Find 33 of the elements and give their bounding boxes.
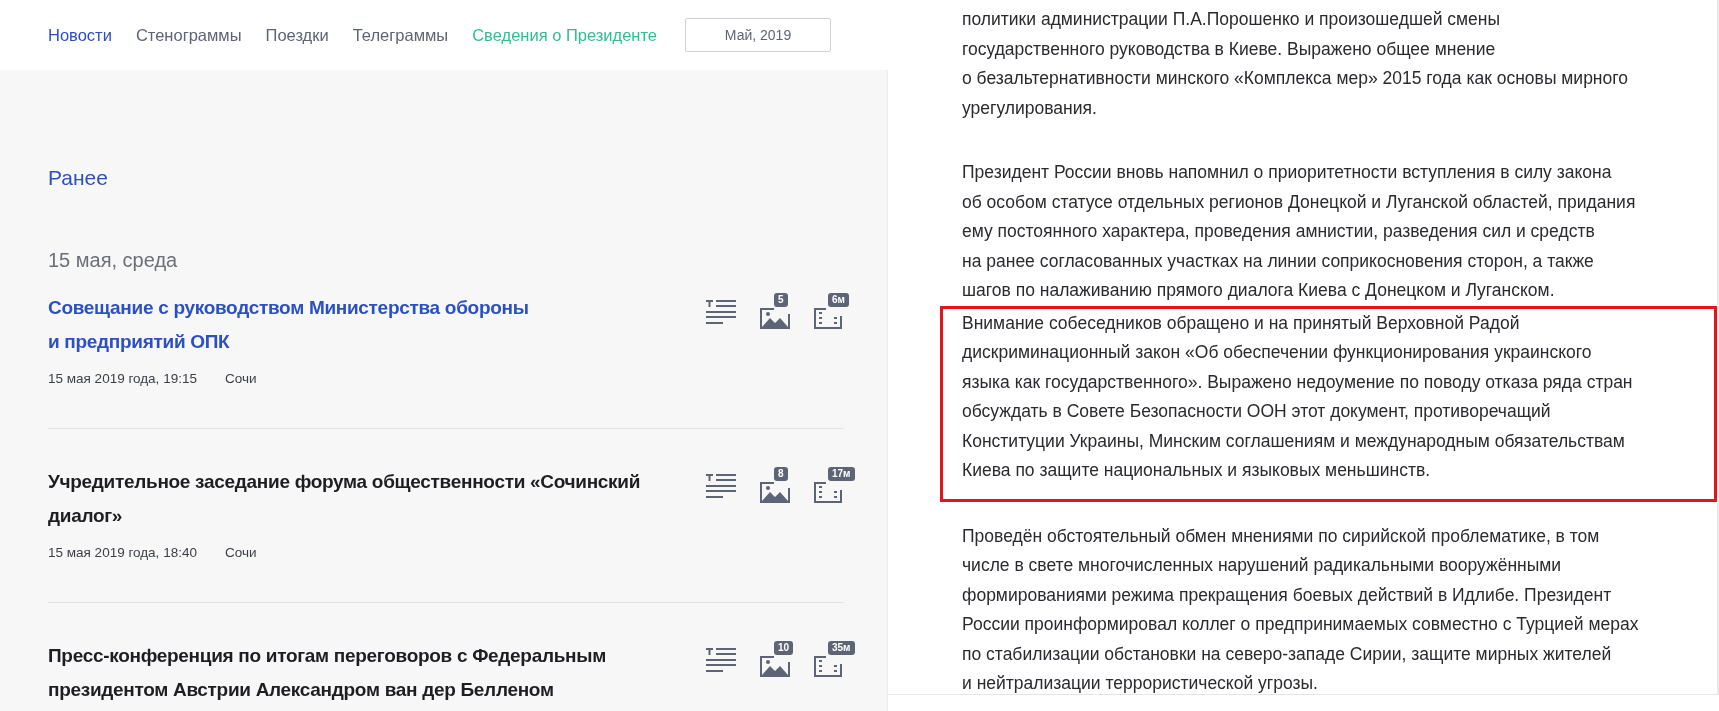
nav-link[interactable]: Телеграммы	[352, 25, 449, 45]
day-heading: 15 мая, среда	[48, 248, 179, 273]
text-icon[interactable]	[706, 473, 736, 499]
news-date: 15 мая 2019 года, 18:40	[48, 545, 197, 560]
nav-link[interactable]: Стенограммы	[135, 25, 242, 45]
nav-link[interactable]: Поездки	[265, 25, 329, 45]
nav-link[interactable]: Новости	[48, 25, 112, 45]
news-place: Сочи	[224, 371, 257, 386]
text-icon[interactable]	[706, 647, 736, 673]
photo-count: 5	[774, 293, 788, 307]
article-paragraph: Проведён обстоятельный обмен мнениями по сирийской проблематике, в том числе в свете многочисленных нарушений радикальными вооружёнными формированиями режима прекращения боевых действий в Идлибе. Президент России проинформировал коллег о предпринимаемых совместно с Турцией мерах по стабилизации обстановки на северо-западе Сирии, защите мирных жителей и нейтрализации террористической угрозы.	[962, 524, 1640, 695]
article-paragraph: Президент России вновь напомнил о приоритетности вступления в силу закона об особом статусе отдельных регионов Донецкой и Луганской областей, придания ему постоянного характера, проведения амнистии, разведения сил и средств на ранее согласованных участках на линии соприкосновения сторон, а также шагов по налаживанию прямого диалога Киева с Донецком и Луганском.	[962, 161, 1637, 302]
text-icon[interactable]	[706, 299, 736, 325]
film-icon[interactable]	[814, 308, 843, 329]
news-date: 15 мая 2019 года, 19:15	[48, 371, 197, 386]
article-paragraph: политики администрации П.А.Порошенко и произошедшей смены государственного руководства в Киеве. Выражено общее мнение о безальтернативности минского «Комплекса мер» 2015 года как основы мирного урегулирования.	[962, 8, 1629, 120]
photo-count: 10	[774, 641, 794, 655]
highlighted-paragraph: Внимание собеседников обращено и на принятый Верховной Радой дискриминационный закон «Об обеспечении функционирования украинского языка как государственного». Выражено недоумение по поводу отказа ряда стран обсуждать в Совете Безопасности ООН этот документ, противоречащий Конституции Украины, Минским соглашениям и международным обязательствам Киева по защите национальных и языковых меньшинств.	[940, 305, 1717, 502]
video-duration: 6м	[828, 293, 849, 307]
video-duration: 17м	[828, 467, 855, 481]
news-title-link[interactable]: Совещание с руководством Министерства обороны и предприятий ОПК	[48, 291, 529, 359]
news-title-link[interactable]: Учредительное заседание форума общественности «Сочинский диалог»	[48, 465, 641, 533]
photo-count: 8	[774, 467, 788, 481]
photo-gallery-icon[interactable]	[760, 308, 790, 329]
section-heading: Ранее	[48, 165, 109, 191]
news-title-link[interactable]: Пресс-конференция по итогам переговоров с Федеральным президентом Австрии Александром ван дер Белленом	[48, 639, 606, 707]
video-duration: 35м	[828, 641, 855, 655]
news-place: Сочи	[224, 545, 257, 560]
film-icon[interactable]	[814, 656, 843, 677]
film-icon[interactable]	[814, 482, 843, 503]
photo-gallery-icon[interactable]	[760, 656, 790, 677]
photo-gallery-icon[interactable]	[760, 482, 790, 503]
month-button[interactable]: Май, 2019	[685, 18, 831, 52]
